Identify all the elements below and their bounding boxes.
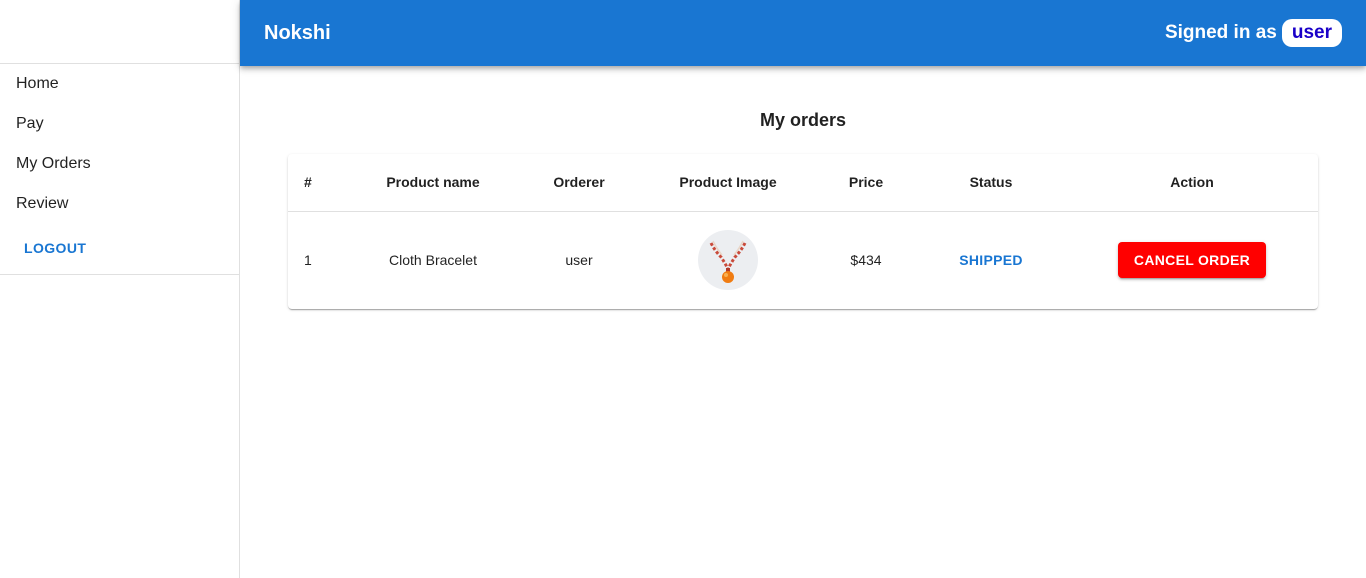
column-header-action: Action [1066, 154, 1318, 212]
status-badge: SHIPPED [959, 251, 1023, 268]
column-header-product-name: Product name [348, 154, 518, 212]
bracelet-image [709, 240, 747, 283]
orders-table-card: # Product name Orderer Product Image Pri… [288, 154, 1318, 309]
sidebar-item-home[interactable]: Home [0, 64, 239, 104]
brand-title: Nokshi [264, 21, 331, 44]
signed-in-indicator: Signed in as user [1165, 19, 1342, 47]
cancel-order-button[interactable]: CANCEL ORDER [1117, 241, 1267, 278]
page-title: My orders [759, 110, 847, 130]
column-header-number: # [288, 154, 348, 212]
order-action-cell: CANCEL ORDER [1066, 211, 1318, 308]
order-status-cell: SHIPPED [916, 211, 1066, 308]
sidebar-item-review[interactable]: Review [0, 184, 239, 224]
order-number: 1 [304, 251, 312, 268]
sidebar-item-pay[interactable]: Pay [0, 104, 239, 144]
table-row: 1 Cloth Bracelet user $434 SHIPPED CANCE… [288, 211, 1318, 308]
signed-in-label: Signed in as [1164, 22, 1277, 43]
sidebar-nav: Home Pay My Orders Review [0, 64, 239, 224]
sidebar-header [0, 0, 239, 64]
sidebar-item-label: Pay [16, 115, 44, 132]
sidebar: Home Pay My Orders Review LOGOUT [0, 0, 240, 578]
orderer-name: user [565, 251, 593, 268]
column-header-status: Status [916, 154, 1066, 212]
column-header-product-image: Product Image [640, 154, 816, 212]
logout-button[interactable]: LOGOUT [8, 234, 102, 262]
sidebar-item-my-orders[interactable]: My Orders [0, 144, 239, 184]
sidebar-item-label: Review [16, 195, 69, 212]
logout-section: LOGOUT [0, 224, 239, 275]
sidebar-item-label: My Orders [16, 155, 91, 172]
product-image-avatar [698, 229, 758, 290]
product-name: Cloth Bracelet [389, 251, 477, 268]
main-content: My orders # Product name Orderer Product… [240, 66, 1366, 578]
app-bar: Nokshi Signed in as user [240, 0, 1366, 66]
sidebar-item-label: Home [16, 75, 59, 92]
orders-table: # Product name Orderer Product Image Pri… [288, 154, 1318, 308]
column-header-orderer: Orderer [518, 154, 640, 212]
table-header-row: # Product name Orderer Product Image Pri… [288, 154, 1318, 212]
username-chip: user [1281, 19, 1342, 47]
order-price: $434 [850, 251, 882, 268]
product-image-cell [640, 211, 816, 308]
column-header-price: Price [816, 154, 916, 212]
